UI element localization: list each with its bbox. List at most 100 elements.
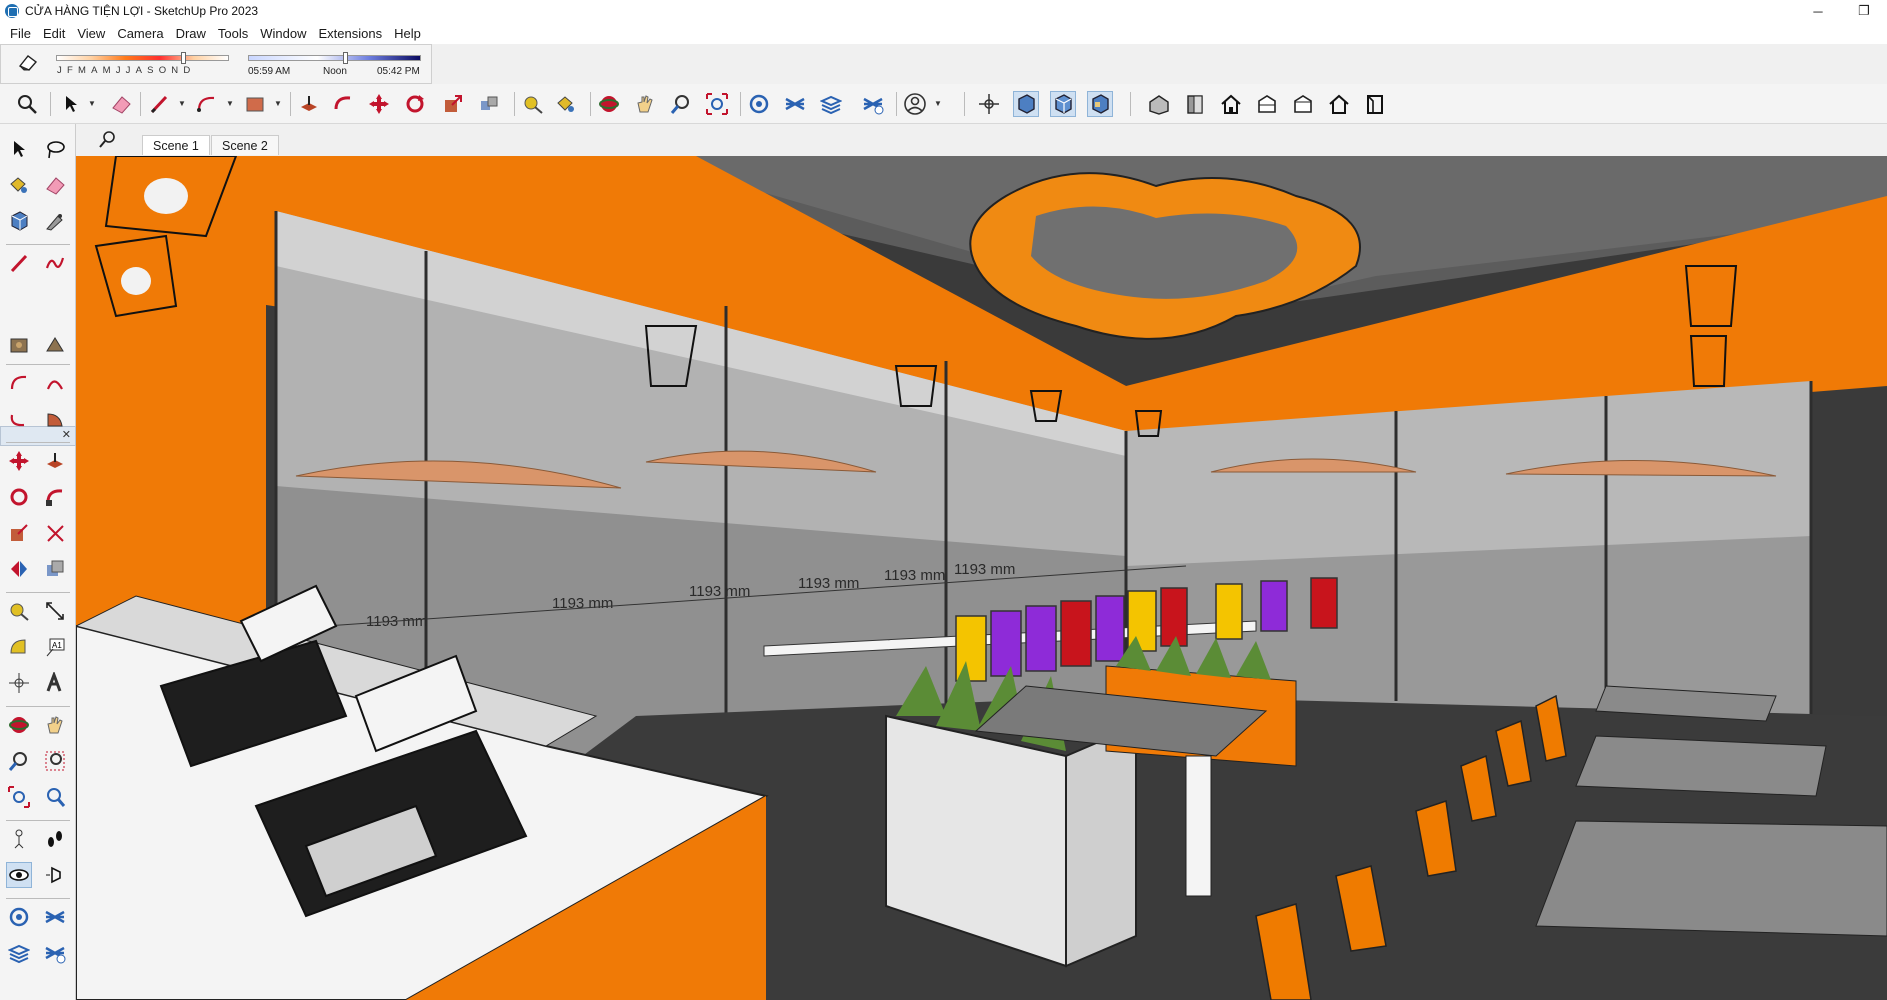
3d-text-icon[interactable] — [42, 670, 68, 696]
scene-tab-1[interactable]: Scene 1 — [142, 135, 210, 155]
rectangle-dropdown-icon[interactable]: ▼ — [274, 99, 282, 108]
look-around-icon[interactable] — [6, 862, 32, 888]
offset-icon[interactable] — [476, 91, 502, 117]
make-component-icon[interactable] — [6, 208, 32, 234]
sandbox-icon[interactable] — [42, 940, 68, 966]
minimize-button[interactable]: ─ — [1795, 0, 1841, 22]
menu-edit[interactable]: Edit — [37, 26, 71, 41]
select-icon[interactable] — [58, 91, 84, 117]
orbit-icon[interactable] — [6, 712, 32, 738]
top-view-icon[interactable] — [1182, 91, 1208, 117]
pencil-icon[interactable] — [6, 250, 32, 276]
offset-icon[interactable] — [42, 520, 68, 546]
protractor-icon[interactable] — [6, 634, 32, 660]
walk-icon[interactable] — [42, 826, 68, 852]
arc-dropdown-icon[interactable]: ▼ — [226, 99, 234, 108]
menu-extensions[interactable]: Extensions — [313, 26, 389, 41]
wireframe-icon[interactable] — [1087, 91, 1113, 117]
warehouse-icon[interactable] — [746, 91, 772, 117]
time-slider[interactable] — [248, 55, 421, 61]
date-slider-thumb[interactable] — [181, 52, 186, 64]
extension-icon[interactable] — [782, 91, 808, 117]
pencil-dropdown-icon[interactable]: ▼ — [178, 99, 186, 108]
follow-me-icon[interactable] — [330, 91, 356, 117]
time-slider-thumb[interactable] — [343, 52, 348, 64]
axes-icon[interactable] — [976, 91, 1002, 117]
arc-3pt-icon[interactable] — [6, 406, 32, 432]
bottom-view-icon[interactable] — [1362, 91, 1388, 117]
pan-icon[interactable] — [632, 91, 658, 117]
restore-button[interactable]: ❐ — [1841, 0, 1887, 22]
pencil-icon[interactable] — [146, 91, 172, 117]
iso-view-icon[interactable] — [1146, 91, 1172, 117]
axes-icon[interactable] — [6, 670, 32, 696]
left-view-icon[interactable] — [1326, 91, 1352, 117]
zoom-extents-icon[interactable] — [6, 784, 32, 810]
fix-texture-icon[interactable] — [42, 332, 68, 358]
rectangle-icon[interactable] — [242, 91, 268, 117]
rotate-icon[interactable] — [6, 484, 32, 510]
model-viewport[interactable]: 1193 mm 1193 mm 1193 mm 1193 mm 1193 mm … — [76, 156, 1887, 1000]
position-camera-icon[interactable] — [6, 826, 32, 852]
pan-icon[interactable] — [42, 712, 68, 738]
eraser-icon[interactable] — [42, 172, 68, 198]
layers-icon[interactable] — [818, 91, 844, 117]
select-icon[interactable] — [6, 136, 32, 162]
push-pull-icon[interactable] — [42, 448, 68, 474]
menu-help[interactable]: Help — [388, 26, 427, 41]
paint-bucket-icon[interactable] — [6, 172, 32, 198]
tape-measure-icon[interactable] — [520, 91, 546, 117]
scale-icon[interactable] — [6, 520, 32, 546]
follow-me-icon[interactable] — [42, 484, 68, 510]
back-edges-icon[interactable] — [1050, 91, 1076, 117]
arc-icon[interactable] — [194, 91, 220, 117]
menu-tools[interactable]: Tools — [212, 26, 254, 41]
sandbox-icon[interactable] — [860, 91, 886, 117]
move-icon[interactable] — [6, 448, 32, 474]
zoom-icon[interactable] — [6, 748, 32, 774]
move-icon[interactable] — [366, 91, 392, 117]
menu-view[interactable]: View — [71, 26, 111, 41]
orbit-icon[interactable] — [596, 91, 622, 117]
eraser-icon[interactable] — [108, 91, 134, 117]
freehand-icon[interactable] — [42, 250, 68, 276]
zoom-window-icon[interactable] — [42, 748, 68, 774]
extension-icon[interactable] — [42, 904, 68, 930]
menu-window[interactable]: Window — [254, 26, 312, 41]
menu-file[interactable]: File — [4, 26, 37, 41]
layers-icon[interactable] — [6, 940, 32, 966]
tape-measure-icon[interactable] — [6, 598, 32, 624]
push-pull-icon[interactable] — [296, 91, 322, 117]
arc-icon[interactable] — [6, 370, 32, 396]
pie-icon[interactable] — [42, 406, 68, 432]
zoom-extents-icon[interactable] — [704, 91, 730, 117]
back-view-icon[interactable] — [1290, 91, 1316, 117]
lasso-icon[interactable] — [42, 136, 68, 162]
texture-icon[interactable] — [6, 332, 32, 358]
xray-icon[interactable] — [1013, 91, 1039, 117]
text-icon[interactable]: A1 — [42, 634, 68, 660]
arc-2pt-icon[interactable] — [42, 370, 68, 396]
account-dropdown-icon[interactable]: ▼ — [934, 99, 942, 108]
eraser-icon[interactable] — [17, 52, 39, 72]
zoom-icon[interactable] — [668, 91, 694, 117]
search-icon[interactable] — [14, 91, 40, 117]
right-view-icon[interactable] — [1254, 91, 1280, 117]
scale-icon[interactable] — [440, 91, 466, 117]
menu-camera[interactable]: Camera — [111, 26, 169, 41]
rotate-icon[interactable] — [402, 91, 428, 117]
solid-tools-icon[interactable] — [42, 556, 68, 582]
warehouse-icon[interactable] — [6, 904, 32, 930]
dimension-icon[interactable] — [42, 598, 68, 624]
menu-draw[interactable]: Draw — [170, 26, 212, 41]
previous-view-icon[interactable] — [42, 784, 68, 810]
front-view-icon[interactable] — [1218, 91, 1244, 117]
section-plane-icon[interactable] — [42, 862, 68, 888]
tag-tool-icon[interactable] — [42, 208, 68, 234]
date-slider[interactable] — [56, 55, 229, 61]
search-scenes-icon[interactable] — [98, 129, 118, 149]
paint-bucket-icon[interactable] — [552, 91, 578, 117]
flip-icon[interactable] — [6, 556, 32, 582]
scene-tab-2[interactable]: Scene 2 — [211, 135, 279, 155]
account-icon[interactable] — [902, 91, 928, 117]
